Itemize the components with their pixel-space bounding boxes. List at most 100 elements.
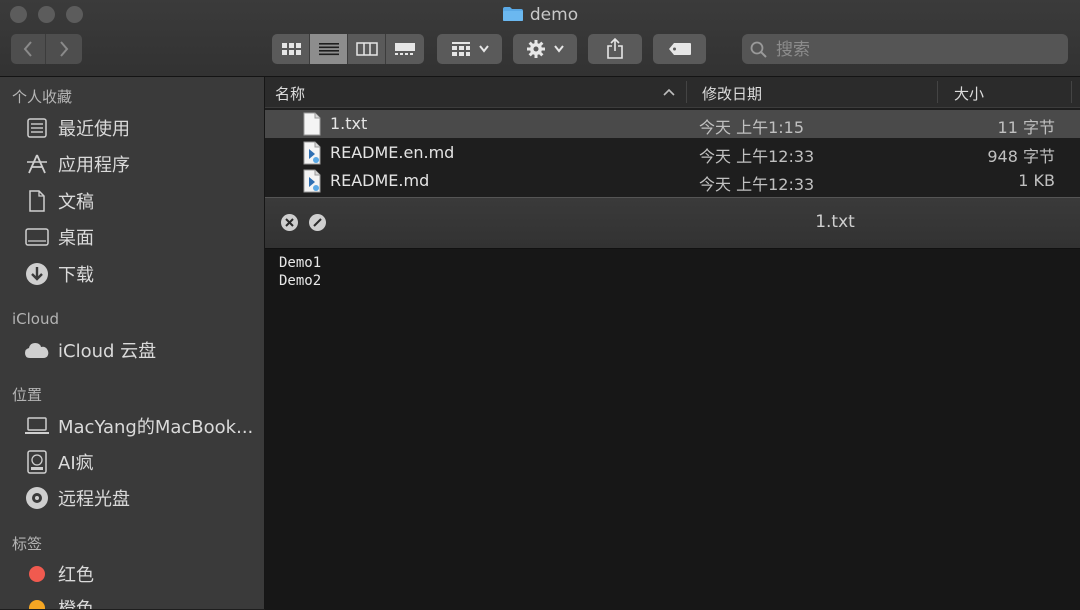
text-file-icon	[303, 112, 321, 136]
text-line: Demo1	[279, 255, 322, 271]
icon-view-button[interactable]	[272, 34, 310, 64]
sidebar-item-label: 红色	[58, 565, 94, 586]
column-divider[interactable]	[937, 81, 938, 103]
gear-icon	[527, 40, 545, 58]
file-name: README.md	[330, 171, 430, 190]
sidebar-header-favorites: 个人收藏	[12, 88, 73, 106]
sidebar-item-label: 最近使用	[58, 119, 130, 140]
column-view-button[interactable]	[348, 34, 386, 64]
downloads-icon	[22, 262, 52, 286]
list-view-button[interactable]	[310, 34, 348, 64]
sidebar-item-label: 应用程序	[58, 155, 130, 176]
sidebar-item-label: 桌面	[58, 228, 94, 249]
column-divider[interactable]	[1071, 81, 1072, 103]
markdown-file-icon	[303, 169, 321, 193]
tag-icon	[668, 43, 691, 55]
group-by-button[interactable]	[437, 34, 502, 64]
sidebar-item-disk[interactable]: AI疯	[22, 447, 94, 477]
gallery-view-button[interactable]	[386, 34, 424, 64]
sidebar-item-downloads[interactable]: 下载	[22, 259, 94, 289]
sidebar-item-macbook[interactable]: MacYang的MacBook...	[22, 411, 253, 441]
sidebar-item-label: 远程光盘	[58, 489, 130, 510]
quick-look-text-content: Demo1 Demo2	[279, 254, 321, 290]
sidebar-item-label: MacYang的MacBook...	[58, 417, 254, 438]
sidebar: 个人收藏 最近使用 应用程序 文稿 桌面 下载 iCloud iCloud 云盘…	[0, 77, 265, 609]
recents-icon	[22, 118, 52, 138]
quick-look-panel: 1.txt Demo1 Demo2	[265, 197, 1080, 610]
file-date: 今天 上午12:33	[699, 175, 815, 194]
sidebar-item-remote-disc[interactable]: 远程光盘	[22, 483, 130, 513]
sidebar-item-label: iCloud 云盘	[58, 341, 157, 362]
column-headers: 名称 修改日期 大小	[265, 77, 1080, 108]
quick-look-titlebar: 1.txt	[265, 198, 1080, 249]
window-title: demo	[0, 4, 1080, 26]
sidebar-item-icloud-drive[interactable]: iCloud 云盘	[22, 335, 156, 365]
file-row[interactable]: 1.txt 今天 上午1:15 11 字节	[265, 110, 1080, 138]
columns-icon	[355, 42, 378, 56]
quick-look-close-button[interactable]	[281, 214, 298, 231]
orange-tag-dot-icon	[22, 600, 52, 609]
navigation-buttons	[11, 34, 82, 64]
column-divider[interactable]	[686, 81, 687, 103]
file-date: 今天 上午1:15	[699, 118, 805, 137]
quick-look-fullscreen-button[interactable]	[309, 214, 326, 231]
sidebar-item-recents[interactable]: 最近使用	[22, 113, 130, 143]
sidebar-item-desktop[interactable]: 桌面	[22, 222, 94, 252]
search-field[interactable]	[742, 34, 1068, 64]
chevron-down-icon	[554, 45, 564, 53]
desktop-icon	[22, 228, 52, 246]
folder-icon	[502, 7, 523, 21]
sidebar-item-label: AI疯	[58, 453, 94, 474]
chevron-left-icon	[23, 41, 32, 57]
action-menu-button[interactable]	[513, 34, 577, 64]
column-header-name[interactable]: 名称	[275, 83, 305, 104]
sidebar-header-icloud: iCloud	[12, 310, 60, 328]
search-input[interactable]	[774, 37, 1058, 63]
chevron-right-icon	[60, 41, 69, 57]
sidebar-item-documents[interactable]: 文稿	[22, 186, 94, 216]
sidebar-item-label: 下载	[58, 265, 94, 286]
file-size: 11 字节	[997, 118, 1055, 137]
window-toolbar: demo	[0, 0, 1080, 77]
sidebar-item-label: 文稿	[58, 192, 94, 213]
sort-ascending-icon	[663, 88, 675, 96]
sidebar-item-applications[interactable]: 应用程序	[22, 149, 130, 179]
optical-disc-icon	[22, 486, 52, 510]
applications-icon	[22, 153, 52, 175]
share-button[interactable]	[588, 34, 642, 64]
gallery-icon	[395, 43, 415, 55]
close-icon	[285, 218, 294, 227]
cloud-icon	[22, 341, 52, 359]
icon-grid-icon	[281, 43, 301, 55]
quick-look-title: 1.txt	[815, 212, 855, 232]
search-icon	[750, 41, 767, 58]
file-name: README.en.md	[330, 143, 455, 162]
view-mode-control	[272, 34, 424, 64]
column-header-date[interactable]: 修改日期	[702, 83, 762, 104]
text-line: Demo2	[279, 273, 322, 289]
back-button[interactable]	[11, 34, 46, 64]
markdown-file-icon	[303, 141, 321, 165]
file-row[interactable]: README.en.md 今天 上午12:33 948 字节	[265, 139, 1080, 167]
chevron-down-icon	[478, 45, 489, 53]
sidebar-item-tag-orange[interactable]: 橙色	[22, 593, 94, 609]
file-size: 1 KB	[1018, 171, 1055, 190]
sidebar-header-tags: 标签	[12, 535, 43, 553]
disk-icon	[22, 450, 52, 474]
column-header-size[interactable]: 大小	[954, 83, 984, 104]
forward-button[interactable]	[46, 34, 82, 64]
tags-button[interactable]	[653, 34, 706, 64]
file-date: 今天 上午12:33	[699, 147, 815, 166]
file-size: 948 字节	[987, 147, 1055, 166]
file-row[interactable]: README.md 今天 上午12:33 1 KB	[265, 167, 1080, 195]
sidebar-item-tag-red[interactable]: 红色	[22, 559, 94, 589]
laptop-icon	[22, 417, 52, 435]
fullscreen-icon	[313, 218, 322, 227]
sidebar-item-label: 橙色	[58, 595, 94, 609]
share-icon	[607, 38, 623, 59]
red-tag-dot-icon	[22, 566, 52, 582]
sidebar-header-locations: 位置	[12, 386, 43, 404]
documents-icon	[22, 190, 52, 212]
list-lines-icon	[318, 43, 339, 56]
group-grid-icon	[451, 42, 470, 56]
